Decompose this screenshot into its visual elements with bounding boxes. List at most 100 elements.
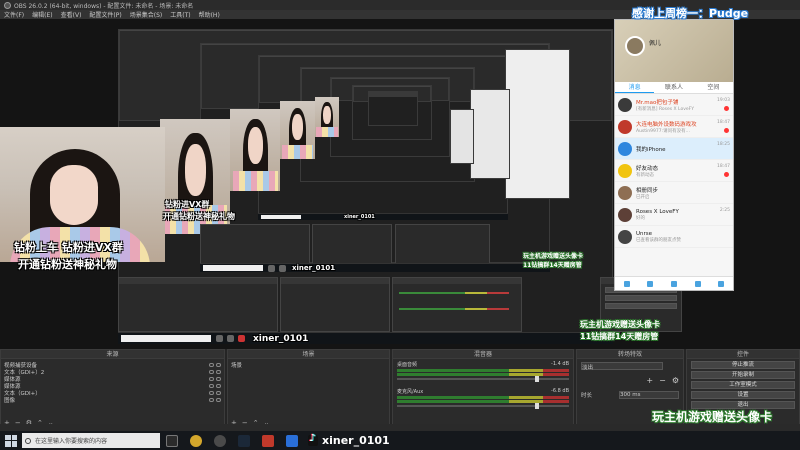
eye-icon[interactable] xyxy=(209,397,214,402)
netease-music-icon[interactable] xyxy=(262,434,274,447)
nested-handle-1: xiner_0101 xyxy=(253,333,309,344)
search-icon xyxy=(25,437,31,444)
studio-mode-button[interactable]: 工作室模式 xyxy=(691,381,795,389)
nested-scenes-panel xyxy=(280,277,390,332)
group-icon[interactable] xyxy=(647,280,654,287)
contact-name: 相册同步 xyxy=(636,187,659,194)
task-view-icon[interactable] xyxy=(166,434,178,447)
transition-settings-icon[interactable]: ⚙ xyxy=(672,376,679,385)
search-placeholder: 在这里输入你要搜索的内容 xyxy=(35,438,108,445)
chat-contact-row[interactable]: Mr.mao把包子铺 [有新消息] Roses X LoveFY 19:03 xyxy=(615,94,733,116)
contact-avatar xyxy=(618,229,632,244)
nested-scenes-panel-2 xyxy=(312,224,392,264)
contact-avatar xyxy=(618,141,632,156)
eye-icon[interactable] xyxy=(209,362,214,367)
eye-icon[interactable] xyxy=(209,390,214,395)
douyin-watermark: xiner_0101 xyxy=(308,433,390,447)
eye-icon[interactable] xyxy=(209,376,214,381)
contact-name: 大连电脑外设数码游戏攻 xyxy=(636,121,697,128)
chrome-icon[interactable] xyxy=(190,434,202,447)
start-recording-button[interactable]: 开始录制 xyxy=(691,371,795,379)
add-transition-icon[interactable]: + xyxy=(646,376,653,385)
chat-nickname: 佩儿 xyxy=(649,40,662,47)
contact-time: 19:03 xyxy=(717,98,730,103)
cloud-icon[interactable] xyxy=(670,280,677,287)
eye-icon[interactable] xyxy=(209,383,214,388)
channel-name: 桌面音频 xyxy=(397,362,418,368)
windows-start-icon[interactable] xyxy=(5,434,17,447)
nested-chat-2 xyxy=(470,89,510,179)
menu-file[interactable]: 文件(F) xyxy=(4,10,24,19)
settings-button[interactable]: 设置 xyxy=(691,391,795,399)
tab-space[interactable]: 空间 xyxy=(694,82,733,93)
contact-name: 好友动态 xyxy=(636,165,659,172)
tab-contacts[interactable]: 联系人 xyxy=(654,82,693,93)
duration-label: 时长 xyxy=(581,393,593,399)
nested-mixer-panel-2 xyxy=(395,224,490,264)
menu-icon[interactable] xyxy=(623,280,630,287)
mixer-channel: 麦克风/Aux -6.8 dB xyxy=(393,386,573,413)
stop-streaming-button[interactable]: 停止推流 xyxy=(691,361,795,369)
level-meter xyxy=(397,396,569,399)
lock-icon[interactable] xyxy=(216,397,221,402)
menu-profile[interactable]: 配置文件(P) xyxy=(89,10,121,19)
chat-avatar[interactable] xyxy=(625,36,645,56)
nested-webcam-2 xyxy=(230,109,280,191)
mixer-channel: 桌面音频 -1.4 dB xyxy=(393,359,573,386)
scenes-dock-title: 场景 xyxy=(228,350,389,359)
mixer-dock-title: 混音器 xyxy=(393,350,573,359)
chat-contact-row[interactable]: 好友动态 有新动态 18:47 xyxy=(615,160,733,182)
chat-contact-row[interactable]: 大连电脑外设数码游戏攻 Austin9977:请问有没有... 18:47 xyxy=(615,116,733,138)
transition-select[interactable]: 淡出 xyxy=(581,362,663,371)
duration-input[interactable]: 300 ms xyxy=(619,391,679,399)
lock-icon[interactable] xyxy=(216,390,221,395)
thanks-banner: 感谢上周榜一：Pudge xyxy=(632,7,749,20)
nested-sources-panel-2 xyxy=(200,224,310,264)
lock-icon[interactable] xyxy=(216,376,221,381)
contact-time: 2:25 xyxy=(719,208,730,213)
nested-handle-3: xiner_0101 xyxy=(344,214,375,220)
lock-icon[interactable] xyxy=(216,362,221,367)
steam-icon[interactable] xyxy=(238,434,250,447)
unread-badge xyxy=(724,172,729,177)
contact-avatar xyxy=(618,163,632,178)
obs-icon[interactable] xyxy=(214,434,226,447)
caption-line1: 钻粉上车 钻粉进VX群 xyxy=(14,241,123,254)
source-item[interactable]: 图像 xyxy=(4,396,221,404)
eye-icon[interactable] xyxy=(209,369,214,374)
app-icon[interactable] xyxy=(286,434,298,447)
tab-messages[interactable]: 消息 xyxy=(615,82,655,93)
contact-name: Mr.mao把包子铺 xyxy=(636,99,679,106)
window-title: OBS 26.0.2 (64-bit, windows) - 配置文件: 未命名… xyxy=(14,2,194,10)
chat-contact-row[interactable]: 相册同步 已开启 xyxy=(615,182,733,204)
lock-icon[interactable] xyxy=(216,383,221,388)
nested-webcam-3 xyxy=(280,101,315,159)
contact-preview: 已查看该群的朋友点赞 xyxy=(636,237,681,243)
lock-icon[interactable] xyxy=(216,369,221,374)
chat-contact-row[interactable]: Unrse 已查看该群的朋友点赞 xyxy=(615,226,733,248)
mixer-dock: 混音器 桌面音频 -1.4 dB 麦克风/Aux -6.8 dB xyxy=(392,349,574,431)
contact-preview: 好的 xyxy=(636,215,645,221)
app-icon[interactable] xyxy=(718,280,725,287)
menu-tools[interactable]: 工具(T) xyxy=(170,10,190,19)
level-meter xyxy=(397,400,569,403)
menu-edit[interactable]: 编辑(E) xyxy=(32,10,52,19)
remove-transition-icon[interactable]: − xyxy=(659,376,666,385)
nested-webcam-4 xyxy=(315,97,339,137)
chat-contact-row[interactable]: 我的iPhone 18:25 xyxy=(615,138,733,160)
menu-help[interactable]: 帮助(H) xyxy=(199,10,220,19)
nested-sources-panel xyxy=(118,277,278,332)
contact-avatar xyxy=(618,185,632,200)
volume-slider[interactable] xyxy=(397,403,569,409)
chat-window[interactable]: 佩儿 消息 联系人 空间 Mr.mao把包子铺 [有新消息] Roses X Lo… xyxy=(614,19,734,291)
sources-dock: 来源 视频捕获设备 文本（GDI+）2 媒体源 媒体源 文本（GDI+） 图像 … xyxy=(0,349,225,431)
contact-name: 我的iPhone xyxy=(636,146,666,153)
chat-contact-row[interactable]: Roses X LoveFY 好的 2:25 xyxy=(615,204,733,226)
menu-view[interactable]: 查看(V) xyxy=(61,10,82,19)
caption-mid2: 开通钻粉送神秘礼物 xyxy=(163,212,235,221)
volume-slider[interactable] xyxy=(397,376,569,382)
scene-item[interactable]: 场景 xyxy=(231,361,386,369)
game-icon[interactable] xyxy=(694,280,701,287)
taskbar-search-input[interactable]: 在这里输入你要搜索的内容 xyxy=(22,433,160,448)
menu-scene-collection[interactable]: 场景集合(S) xyxy=(130,10,163,19)
